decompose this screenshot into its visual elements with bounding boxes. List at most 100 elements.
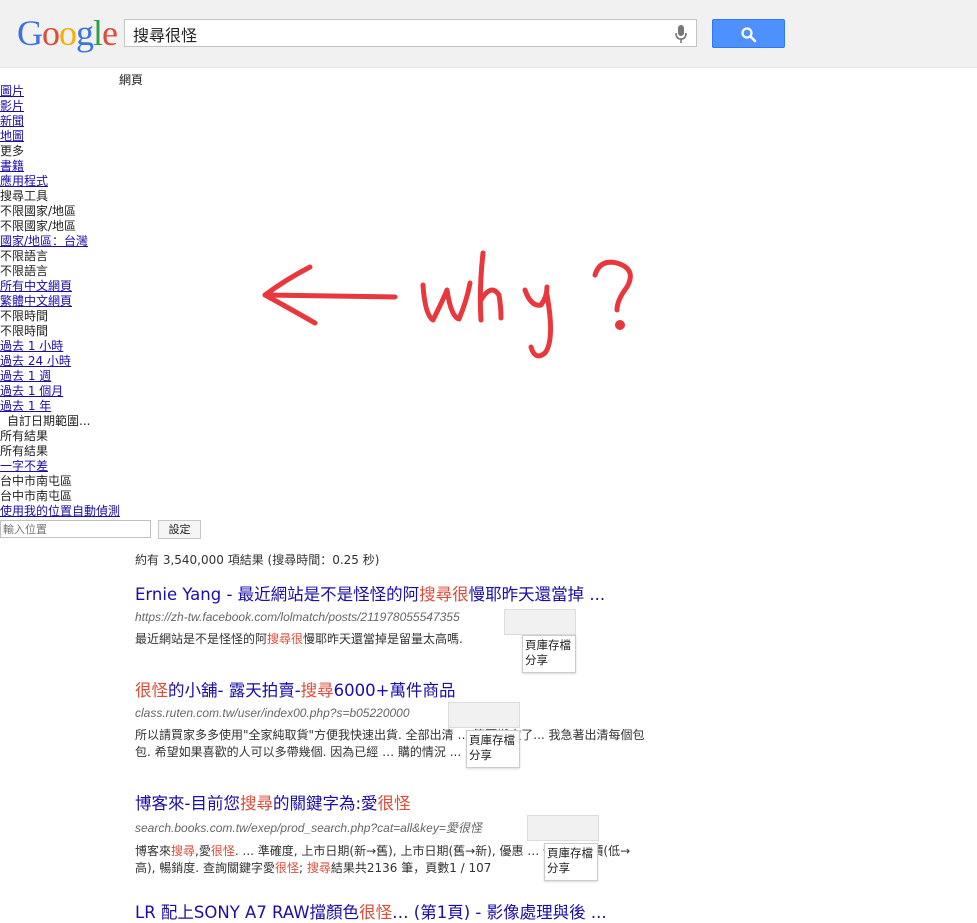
text-run: 6000+萬件商品 [333, 681, 456, 700]
menu-item-share[interactable]: 分享 [547, 861, 595, 876]
search-icon [741, 27, 757, 43]
menu-item-share[interactable]: 分享 [525, 653, 573, 668]
nav-item[interactable]: 地圖 [0, 129, 120, 144]
nav-link[interactable]: 國家/地區：台灣 [0, 234, 88, 248]
result-item: LR 配上SONY A7 RAW擋顏色很怪… (第1頁) - 影像處理與後 ..… [135, 903, 655, 923]
result-snippet: 所以請買家多多使用"全家純取貨"方便我快速出貨. 全部出清 … 算要搬家了...… [135, 727, 645, 761]
nav-item[interactable]: 影片 [0, 99, 120, 114]
text-run: ; [298, 861, 307, 875]
nav-item: 自訂日期範圍... [7, 414, 91, 428]
nav-item: 不限時間 [0, 309, 49, 323]
nav-item[interactable]: 國家/地區：台灣 [0, 234, 120, 249]
result-stats: 約有 3,540,000 項結果 (搜尋時間：0.25 秒) [135, 553, 380, 567]
nav-link[interactable]: 過去 24 小時 [0, 354, 71, 368]
nav-item: 台中市南屯區 [0, 489, 73, 503]
highlighted-term: 搜尋 [239, 794, 273, 813]
result-item: Ernie Yang - 最近網站是不是怪怪的阿搜尋很慢耶昨天還當掉 ... h… [135, 585, 655, 648]
text-run: Ernie Yang - 最近網站是不是怪怪的阿 [135, 585, 420, 604]
cache-dropdown-button[interactable] [504, 609, 576, 635]
nav-item: 不限語言 [0, 264, 49, 278]
nav-item[interactable]: 使用我的位置自動偵測 [0, 504, 120, 519]
text-run: 所以請買家多多使用"全家純取貨"方便我快速出貨. 全部出清 … 算要搬家了...… [135, 728, 645, 759]
result-url: class.ruten.com.tw/user/index00.php?s=b0… [135, 706, 410, 720]
highlighted-term: 很怪 [377, 794, 411, 813]
text-run: 博客來 [135, 844, 172, 858]
highlighted-term: 很怪 [135, 681, 168, 700]
result-title[interactable]: LR 配上SONY A7 RAW擋顏色很怪… (第1頁) - 影像處理與後 ..… [135, 903, 655, 923]
handwritten-annotation [262, 250, 633, 359]
nav-item[interactable]: 過去 24 小時 [0, 354, 120, 369]
nav-link[interactable]: 地圖 [0, 129, 24, 143]
nav-item: 不限語言 [0, 249, 49, 263]
nav-item: 所有結果 [0, 429, 49, 443]
menu-item-cache[interactable]: 頁庫存檔 [469, 733, 517, 748]
microphone-icon[interactable] [674, 24, 688, 44]
nav-link[interactable]: 過去 1 小時 [0, 339, 63, 353]
highlighted-term: 很怪 [274, 861, 299, 875]
result-title[interactable]: 博客來-目前您搜尋的關鍵字為:愛很怪 [135, 794, 655, 814]
highlighted-term: 很怪 [359, 903, 393, 922]
text-run: 慢耶昨天還當掉 ... [468, 585, 606, 604]
nav-link[interactable]: 新聞 [0, 114, 24, 128]
highlighted-term: 搜尋很 [267, 632, 304, 646]
nav-link[interactable]: 書籍 [0, 159, 24, 173]
cache-menu: 頁庫存檔 分享 [544, 843, 598, 881]
location-input[interactable] [0, 520, 151, 538]
nav-item[interactable]: 過去 1 個月 [0, 384, 120, 399]
cache-dropdown-button[interactable] [527, 815, 599, 841]
set-location-button[interactable]: 設定 [158, 520, 201, 539]
result-url: https://zh-tw.facebook.com/lolmatch/post… [135, 610, 460, 624]
result-item: 很怪的小舖- 露天拍賣-搜尋6000+萬件商品 class.ruten.com.… [135, 681, 655, 761]
result-title[interactable]: 很怪的小舖- 露天拍賣-搜尋6000+萬件商品 [135, 681, 655, 701]
nav-link[interactable]: 過去 1 週 [0, 369, 51, 383]
text-run: LR 配上SONY A7 RAW擋顏色 [135, 903, 360, 922]
nav-item[interactable]: 過去 1 年 [0, 399, 120, 414]
nav-item[interactable]: 應用程式 [0, 174, 120, 189]
text-run: 結果共2136 筆，頁數1 / 107 [330, 861, 492, 875]
menu-item-cache[interactable]: 頁庫存檔 [525, 638, 573, 653]
nav-link[interactable]: 影片 [0, 99, 24, 113]
text-run: 的小舖- 露天拍賣- [168, 681, 301, 700]
text-run: 最近網站是不是怪怪的阿 [135, 632, 268, 646]
nav-item[interactable]: 過去 1 小時 [0, 339, 120, 354]
nav-link[interactable]: 繁體中文網頁 [0, 294, 72, 308]
text-run: ,愛 [195, 844, 211, 858]
highlighted-term: 搜尋 [306, 861, 331, 875]
cache-dropdown-button[interactable] [448, 702, 520, 728]
nav-item[interactable]: 圖片 [0, 84, 120, 99]
nav-link[interactable]: 使用我的位置自動偵測 [0, 504, 120, 518]
google-logo[interactable]: Google [17, 13, 118, 53]
nav-item[interactable]: 書籍 [0, 159, 120, 174]
left-nav: 圖片 影片 新聞 地圖 更多 書籍 應用程式 搜尋工具 不限國家/地區 不限國家/地區 國家/地區：… [0, 84, 120, 519]
nav-link[interactable]: 一字不差 [0, 459, 48, 473]
nav-link[interactable]: 應用程式 [0, 174, 48, 188]
highlighted-term: 很怪 [210, 844, 235, 858]
highlighted-term: 搜尋很 [419, 585, 469, 604]
text-run: … (第1頁) - 影像處理與後 ... [392, 903, 607, 922]
nav-item[interactable]: 過去 1 週 [0, 369, 120, 384]
nav-item[interactable]: 新聞 [0, 114, 120, 129]
nav-item[interactable]: 繁體中文網頁 [0, 294, 120, 309]
search-button[interactable] [712, 19, 785, 48]
nav-link[interactable]: 過去 1 個月 [0, 384, 63, 398]
cache-menu: 頁庫存檔 分享 [466, 730, 520, 768]
search-box[interactable] [124, 19, 697, 47]
text-run: 博客來-目前您 [135, 794, 240, 813]
menu-item-cache[interactable]: 頁庫存檔 [547, 846, 595, 861]
tab-web[interactable]: 網頁 [119, 71, 143, 88]
nav-item[interactable]: 所有中文網頁 [0, 279, 120, 294]
nav-item: 更多 [0, 144, 25, 158]
menu-item-share[interactable]: 分享 [469, 748, 517, 763]
result-title[interactable]: Ernie Yang - 最近網站是不是怪怪的阿搜尋很慢耶昨天還當掉 ... [135, 585, 655, 605]
search-input[interactable] [133, 24, 653, 44]
nav-item: 台中市南屯區 [0, 474, 73, 488]
nav-item: 不限時間 [0, 324, 49, 338]
result-snippet: 最近網站是不是怪怪的阿搜尋很慢耶昨天還當掉是留量太高嗎. [135, 631, 655, 648]
nav-link[interactable]: 所有中文網頁 [0, 279, 72, 293]
nav-link[interactable]: 過去 1 年 [0, 399, 51, 413]
top-bar: Google [0, 0, 977, 68]
nav-link[interactable]: 圖片 [0, 84, 24, 98]
nav-item: 所有結果 [0, 444, 49, 458]
nav-item[interactable]: 一字不差 [0, 459, 120, 474]
highlighted-term: 搜尋 [300, 681, 334, 700]
